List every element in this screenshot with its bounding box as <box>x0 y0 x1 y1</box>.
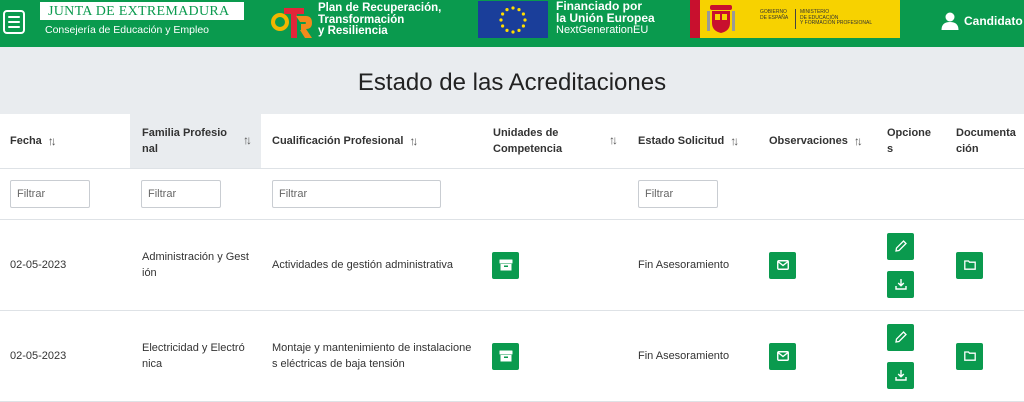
cell-documentacion <box>956 220 983 310</box>
package-icon <box>499 350 512 362</box>
title-band: Estado de las Acreditaciones <box>0 47 1024 114</box>
documentacion-button[interactable] <box>956 251 983 279</box>
col-documentacion-header: Documentación <box>945 114 1024 168</box>
col-opciones-label: Opciones <box>887 127 932 155</box>
envelope-icon <box>776 260 789 270</box>
junta-logo: JUNTA DE EXTREMADURA Consejería de Educa… <box>40 2 244 36</box>
col-observaciones-label: Observaciones <box>769 135 848 147</box>
cell-observaciones <box>769 311 796 401</box>
download-button[interactable] <box>887 270 914 298</box>
cell-familia: Electricidad y Electrónica <box>130 311 261 401</box>
eu-flag-icon <box>478 1 548 38</box>
col-documentacion-label: Documentación <box>956 127 1016 155</box>
cell-cualificacion: Actividades de gestión administrativa <box>272 220 477 310</box>
cell-fecha: 02-05-2023 <box>10 350 67 362</box>
cell-unidades <box>492 311 519 401</box>
cell-cualificacion-text: Montaje y mantenimiento de instalaciones… <box>272 342 472 370</box>
table-header: Fecha ↑↓ Familia Profesional ↑↓ Cualific… <box>0 114 1024 169</box>
cell-familia: Administración y Gestión <box>130 220 261 310</box>
folder-icon <box>963 260 976 270</box>
col-unidades-label: Unidades de Competencia <box>493 127 563 155</box>
sort-icon[interactable]: ↑↓ <box>854 134 863 148</box>
cell-documentacion <box>956 311 983 401</box>
junta-title: JUNTA DE EXTREMADURA <box>40 2 244 20</box>
gobierno-text: GOBIERNO DE ESPAÑA <box>760 9 789 21</box>
unidades-button[interactable] <box>492 342 519 370</box>
filter-estado-input[interactable] <box>638 180 718 208</box>
filter-cell <box>10 169 90 219</box>
col-estado-label: Estado Solicitud <box>638 135 725 147</box>
download-icon <box>894 370 907 381</box>
col-familia-header[interactable]: Familia Profesional ↑↓ <box>130 114 261 168</box>
cell-opciones <box>887 311 914 401</box>
cell-unidades <box>492 220 519 310</box>
package-icon <box>499 259 512 271</box>
prtr-logo: Plan de Recuperación, Transformación y R… <box>266 2 462 44</box>
pencil-icon <box>894 240 907 252</box>
col-cualificacion-label: Cualificación Profesional <box>272 135 404 147</box>
ministry-text: MINISTERIO DE EDUCACIÓN Y FORMACIÓN PROF… <box>800 9 873 26</box>
cell-fecha: 02-05-2023 <box>10 259 67 271</box>
col-familia-label: Familia Profesional <box>142 127 227 155</box>
user-label: Candidato <box>964 14 1023 28</box>
edit-button[interactable] <box>887 232 914 260</box>
sort-icon[interactable]: ↑↓ <box>48 134 57 148</box>
col-fecha-label: Fecha <box>10 135 42 147</box>
cell-observaciones <box>769 220 796 310</box>
junta-subtitle: Consejería de Educación y Empleo <box>45 24 210 36</box>
observaciones-button[interactable] <box>769 251 796 279</box>
eu-line2: la Unión Europea <box>556 11 655 25</box>
filter-cell <box>638 169 718 219</box>
user-icon <box>941 12 959 30</box>
page-title: Estado de las Acreditaciones <box>357 68 667 96</box>
sort-icon[interactable]: ↑↓ <box>409 134 418 148</box>
col-unidades-header[interactable]: Unidades de Competencia ↑↓ <box>481 114 627 168</box>
cell-cualificacion: Montaje y mantenimiento de instalaciones… <box>272 311 477 401</box>
folder-icon <box>963 351 976 361</box>
cell-cualificacion-text: Actividades de gestión administrativa <box>272 259 453 271</box>
cell-familia-text: Electricidad y Electrónica <box>142 342 245 370</box>
user-menu[interactable]: Candidato <box>941 12 1023 30</box>
crest-icon <box>707 5 735 33</box>
download-icon <box>894 279 907 290</box>
prtr-emblem-icon <box>271 8 312 38</box>
prtr-text: Plan de Recuperación, Transformación y R… <box>318 2 442 38</box>
filter-cell <box>141 169 221 219</box>
top-bar: JUNTA DE EXTREMADURA Consejería de Educa… <box>0 0 1024 47</box>
sort-icon[interactable]: ↑↓ <box>609 133 618 147</box>
unidades-button[interactable] <box>492 251 519 279</box>
eu-line3: NextGenerationEU <box>556 24 649 36</box>
col-estado-header[interactable]: Estado Solicitud ↑↓ <box>627 114 758 168</box>
prtr-line1: Plan de Recuperación, <box>318 2 442 14</box>
pencil-icon <box>894 331 907 343</box>
documentacion-button[interactable] <box>956 342 983 370</box>
eu-funding-text: Financiado por la Unión Europea NextGene… <box>556 0 655 37</box>
filter-cualificacion-input[interactable] <box>272 180 441 208</box>
cell-estado: Fin Asesoramiento <box>638 259 730 271</box>
table-row: 02-05-2023 Electricidad y Electrónica Mo… <box>0 311 1024 402</box>
cell-estado: Fin Asesoramiento <box>638 350 730 362</box>
col-cualificacion-header[interactable]: Cualificación Profesional ↑↓ <box>261 114 481 168</box>
col-fecha-header[interactable]: Fecha ↑↓ <box>0 114 130 168</box>
table-row: 02-05-2023 Administración y Gestión Acti… <box>0 220 1024 311</box>
envelope-icon <box>776 351 789 361</box>
prtr-line3: y Resiliencia <box>318 25 388 37</box>
filter-fecha-input[interactable] <box>10 180 90 208</box>
download-button[interactable] <box>887 361 914 389</box>
sort-icon[interactable]: ↑↓ <box>243 133 252 147</box>
sort-icon[interactable]: ↑↓ <box>730 134 739 148</box>
observaciones-button[interactable] <box>769 342 796 370</box>
edit-button[interactable] <box>887 323 914 351</box>
filter-cell <box>272 169 441 219</box>
filter-row <box>0 169 1024 220</box>
cell-familia-text: Administración y Gestión <box>142 251 249 279</box>
gobierno-logo: GOBIERNO DE ESPAÑA MINISTERIO DE EDUCACI… <box>690 0 900 38</box>
col-opciones-header: Opciones <box>875 114 945 168</box>
cell-opciones <box>887 220 914 310</box>
col-observaciones-header[interactable]: Observaciones ↑↓ <box>758 114 875 168</box>
menu-icon[interactable] <box>3 10 25 34</box>
filter-familia-input[interactable] <box>141 180 221 208</box>
